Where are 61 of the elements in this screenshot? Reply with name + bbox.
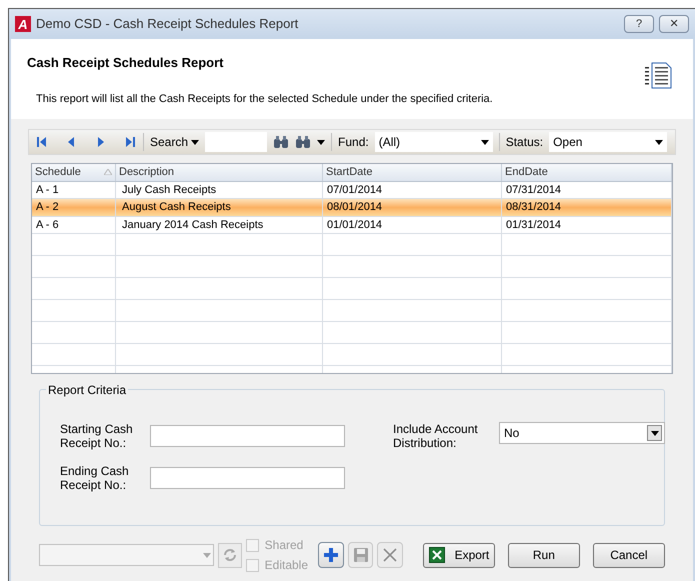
checkbox-label: Shared bbox=[264, 537, 304, 554]
column-header[interactable]: Schedule bbox=[32, 164, 116, 180]
column-header[interactable]: EndDate bbox=[502, 164, 672, 180]
report-description: This report will list all the Cash Receipts for the selected Schedule under the specified criteria. bbox=[36, 92, 494, 106]
close-icon bbox=[383, 548, 398, 562]
find-next-icon[interactable] bbox=[295, 135, 312, 149]
fund-dropdown[interactable]: (All) bbox=[374, 132, 493, 152]
dropdown-arrow-icon bbox=[202, 552, 211, 558]
table-cell: 01/31/2014 bbox=[502, 216, 672, 233]
starting-receipt-field[interactable] bbox=[150, 425, 345, 447]
table-cell: July Cash Receipts bbox=[116, 182, 323, 198]
table-cell: August Cash Receipts bbox=[116, 199, 323, 216]
starting-receipt-label: Starting Cash Receipt No.: bbox=[60, 422, 134, 450]
sort-arrow-icon bbox=[104, 169, 112, 176]
dropdown-arrow-icon bbox=[317, 140, 326, 144]
table-cell: 07/31/2014 bbox=[502, 182, 672, 198]
window-title: Demo CSD - Cash Receipt Schedules Report bbox=[36, 15, 300, 34]
column-header[interactable]: StartDate bbox=[323, 164, 502, 180]
ending-receipt-field[interactable] bbox=[150, 467, 345, 489]
help-button[interactable]: ? bbox=[624, 15, 654, 33]
distribution-label: Include Account Distribution: bbox=[393, 422, 479, 450]
report-title: Cash Receipt Schedules Report bbox=[27, 54, 224, 72]
table-row[interactable]: A - 1 July Cash Receipts 07/01/2014 07/31/2014 bbox=[32, 182, 672, 199]
status-label: Status: bbox=[506, 134, 544, 151]
column-header[interactable]: Description bbox=[116, 164, 323, 180]
table-row[interactable]: A - 6 January 2014 Cash Receipts 01/01/2014 01/31/2014 bbox=[32, 216, 672, 234]
add-button[interactable] bbox=[318, 542, 344, 568]
report-document-icon bbox=[643, 61, 673, 91]
dropdown-arrow-icon bbox=[655, 140, 664, 144]
app-logo: A bbox=[15, 16, 31, 32]
close-button[interactable]: ✕ bbox=[659, 15, 689, 33]
find-icon[interactable] bbox=[273, 135, 290, 149]
dropdown-arrow-icon bbox=[650, 430, 658, 436]
cancel-button[interactable]: Cancel bbox=[592, 542, 665, 568]
spreadsheet-icon bbox=[428, 547, 445, 563]
run-button[interactable]: Run bbox=[508, 542, 580, 568]
layout-dropdown[interactable] bbox=[39, 544, 214, 566]
table-row[interactable]: A - 2 August Cash Receipts 08/01/2014 08/31/2014 bbox=[32, 199, 672, 216]
export-button[interactable]: Export bbox=[422, 542, 496, 568]
plus-icon bbox=[322, 547, 339, 563]
table-cell: 08/01/2014 bbox=[323, 199, 502, 216]
distribution-dropdown[interactable]: No bbox=[499, 422, 665, 444]
refresh-icon bbox=[222, 548, 237, 562]
table-cell: 08/31/2014 bbox=[502, 199, 672, 216]
fund-label: Fund: bbox=[338, 134, 369, 151]
table-cell: January 2014 Cash Receipts bbox=[116, 216, 323, 233]
dropdown-arrow-icon bbox=[480, 140, 489, 144]
table-cell: A - 1 bbox=[32, 182, 116, 198]
last-record-icon[interactable] bbox=[125, 136, 137, 148]
table-cell: 01/01/2014 bbox=[323, 216, 502, 233]
status-dropdown[interactable]: Open bbox=[549, 132, 668, 152]
search-button[interactable]: Search bbox=[150, 133, 200, 151]
search-field[interactable] bbox=[205, 132, 268, 152]
checkbox-label: Editable bbox=[264, 557, 308, 574]
ending-receipt-label: Ending Cash Receipt No.: bbox=[60, 464, 130, 492]
table-cell: A - 2 bbox=[32, 199, 116, 216]
first-record-icon[interactable] bbox=[35, 136, 47, 148]
table-cell: A - 6 bbox=[32, 216, 116, 233]
refresh-button[interactable] bbox=[218, 542, 242, 568]
table-cell: 07/01/2014 bbox=[323, 182, 502, 198]
dropdown-arrow-icon bbox=[191, 140, 200, 144]
